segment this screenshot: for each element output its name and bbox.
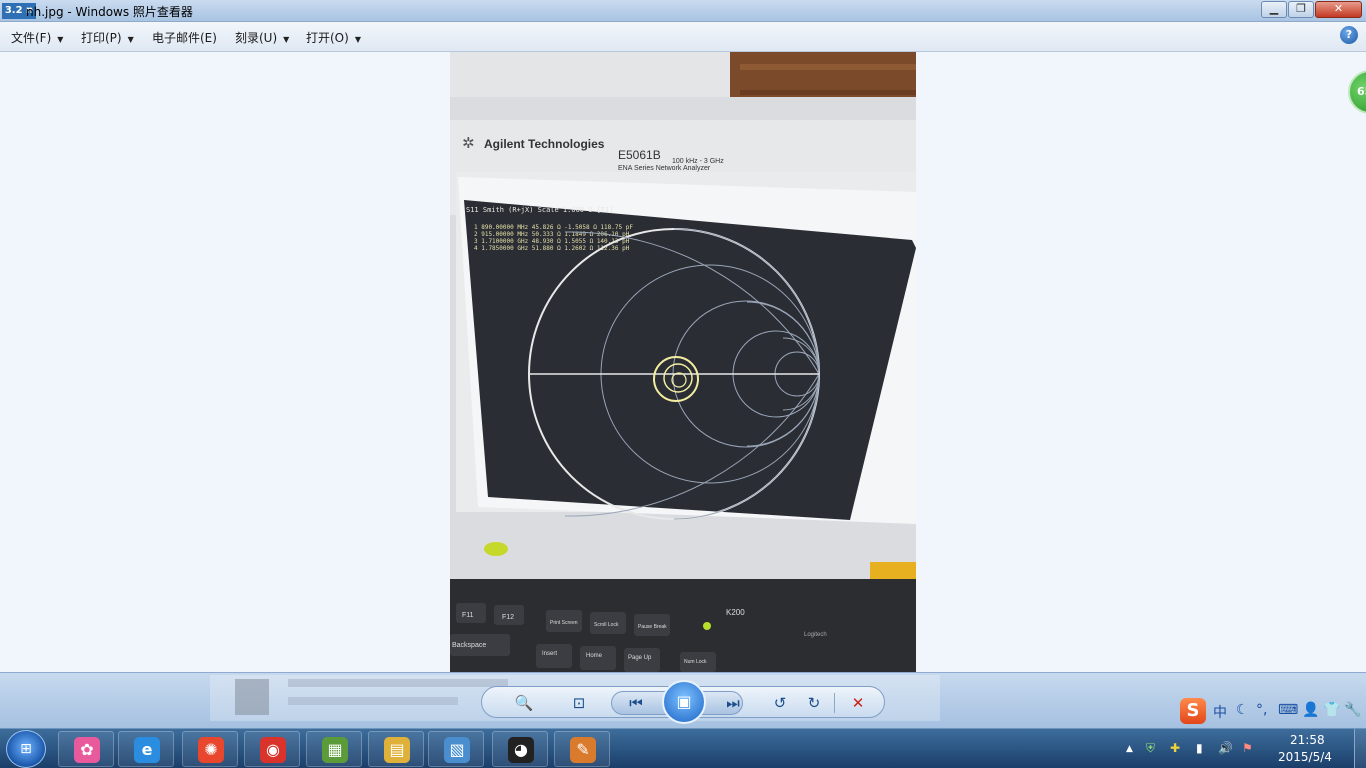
- side-badge[interactable]: 65: [1348, 70, 1366, 114]
- key-scroll: Scroll Lock: [594, 622, 619, 628]
- key-f12: F12: [502, 614, 514, 621]
- minimize-button[interactable]: ▁: [1261, 1, 1287, 18]
- taskbar-button[interactable]: ✎: [554, 731, 610, 767]
- help-icon[interactable]: ?: [1340, 26, 1358, 44]
- chrome-icon: ◉: [260, 737, 286, 763]
- actual-size-icon[interactable]: ⊡: [566, 690, 592, 716]
- photo-viewer-icon: ▧: [444, 737, 470, 763]
- windows-live-icon: ✿: [74, 737, 100, 763]
- chevron-down-icon: ▼: [127, 35, 134, 44]
- chevron-down-icon: ▼: [354, 35, 361, 44]
- keyboard-model: K200: [726, 608, 745, 617]
- show-desktop-button[interactable]: [1354, 729, 1366, 768]
- title-bar: 3.2 n nh.jpg - Windows 照片查看器 ▁ ❐ ✕: [0, 0, 1366, 22]
- next-icon[interactable]: ⏭: [719, 690, 747, 716]
- marker-1: 1 890.00000 MHz 45.826 Ω -1.5058 Ω 118.7…: [474, 224, 633, 231]
- key-f11: F11: [462, 612, 474, 619]
- rotate-right-icon[interactable]: ↻: [802, 690, 826, 716]
- menu-file[interactable]: 文件(F) ▼: [11, 29, 63, 46]
- window-title: nh.jpg - Windows 照片查看器: [26, 5, 193, 19]
- menu-print-label: 打印(P): [81, 31, 122, 45]
- photo-editor-icon: ▦: [322, 737, 348, 763]
- signal-icon[interactable]: ▮: [1196, 741, 1203, 755]
- previous-icon[interactable]: ⏮: [622, 690, 650, 716]
- key-home: Home: [586, 653, 603, 659]
- ghost-text-line: [288, 697, 458, 705]
- screen-header: S11 Smith (R+jX) Scale 1.000 U [F1]: [466, 206, 614, 214]
- model-label: E5061B: [618, 148, 661, 162]
- menu-open-label: 打开(O): [306, 31, 349, 45]
- menu-bar: 文件(F) ▼ 打印(P) ▼ 电子邮件(E) 刻录(U) ▼ 打开(O) ▼ ?: [0, 22, 1366, 52]
- clock-time[interactable]: 21:58: [1290, 733, 1325, 747]
- close-button[interactable]: ✕: [1315, 1, 1362, 18]
- ghost-text-line: [288, 679, 508, 687]
- menu-open[interactable]: 打开(O) ▼: [306, 29, 361, 46]
- key-print: Print Screen: [550, 620, 578, 626]
- pinwheel-icon: ✺: [198, 737, 224, 763]
- taskbar-button[interactable]: ✺: [182, 731, 238, 767]
- ime-punctuation-icon[interactable]: °,: [1256, 702, 1267, 718]
- taskbar-button[interactable]: ▤: [368, 731, 424, 767]
- taskbar-button[interactable]: ◕: [492, 731, 548, 767]
- menu-burn-label: 刻录(U): [235, 31, 278, 45]
- system-tray: ▲ ⛨ ✚ ▮ 🔊 ⚑ 21:58 2015/5/4: [1120, 729, 1366, 768]
- ime-toolbar: S 中 ☾ °, ⌨ 👤 👕 🔧: [1180, 696, 1366, 726]
- series-label: ENA Series Network Analyzer: [618, 165, 711, 172]
- playback-controls: 🔍 ⊡ ⏮ ▣ ⏭ ↺ ↻ ✕: [481, 680, 885, 724]
- security-shield-icon[interactable]: ⛨: [1146, 741, 1155, 756]
- asterisk-logo-icon: ✲: [462, 134, 475, 152]
- taskbar-button[interactable]: ▦: [306, 731, 362, 767]
- start-button[interactable]: ⊞: [6, 730, 46, 768]
- photo-image: ✲ Agilent Technologies E5061B 100 kHz - …: [450, 52, 916, 672]
- key-pageup: Page Up: [628, 655, 652, 661]
- key-numlock: Num Lock: [684, 659, 707, 665]
- ghost-thumbnail: [235, 679, 269, 715]
- chevron-down-icon: ▼: [283, 35, 290, 44]
- maximize-button[interactable]: ❐: [1288, 1, 1314, 18]
- key-insert: Insert: [542, 651, 557, 657]
- qq-icon: ◕: [508, 737, 534, 763]
- ime-tools-icon[interactable]: 🔧: [1344, 702, 1361, 718]
- freq-label: 100 kHz - 3 GHz: [672, 158, 724, 165]
- taskbar-button[interactable]: ▧: [428, 731, 484, 767]
- key-backspace: Backspace: [452, 642, 486, 649]
- keyboard-brand: Logitech: [804, 632, 827, 638]
- rotate-left-icon[interactable]: ↺: [768, 690, 792, 716]
- tray-expand-icon[interactable]: ▲: [1126, 744, 1133, 754]
- ime-skin-icon[interactable]: 👕: [1323, 702, 1340, 718]
- taskbar-button[interactable]: ◉: [244, 731, 300, 767]
- menu-email-label: 电子邮件(E): [152, 31, 217, 45]
- key-pause: Pause Break: [638, 624, 667, 630]
- delete-icon[interactable]: ✕: [846, 690, 870, 716]
- viewer-control-bar: 🔍 ⊡ ⏮ ▣ ⏭ ↺ ↻ ✕: [0, 672, 1366, 728]
- sogou-ime-icon[interactable]: S: [1180, 698, 1206, 724]
- taskbar-button[interactable]: ✿: [58, 731, 114, 767]
- brand-label: Agilent Technologies: [484, 137, 605, 151]
- ime-width-icon[interactable]: ☾: [1236, 702, 1249, 718]
- ime-user-icon[interactable]: 👤: [1302, 702, 1319, 718]
- ime-keyboard-icon[interactable]: ⌨: [1278, 702, 1298, 718]
- network-flag-icon[interactable]: ⚑: [1242, 741, 1253, 755]
- slideshow-icon[interactable]: ▣: [662, 680, 706, 724]
- paint-icon: ✎: [570, 737, 596, 763]
- photo: ✲ Agilent Technologies E5061B 100 kHz - …: [450, 52, 916, 672]
- menu-burn[interactable]: 刻录(U) ▼: [235, 29, 289, 46]
- menu-email[interactable]: 电子邮件(E): [152, 29, 217, 46]
- update-plus-icon[interactable]: ✚: [1170, 741, 1180, 755]
- clock-date[interactable]: 2015/5/4: [1278, 750, 1332, 764]
- file-explorer-icon: ▤: [384, 737, 410, 763]
- marker-3: 3 1.7100000 GHz 48.930 Ω 1.5055 Ω 140.13…: [474, 238, 630, 245]
- chevron-down-icon: ▼: [57, 35, 64, 44]
- taskbar: ⊞ ✿ e ✺ ◉ ▦ ▤ ▧ ◕ ✎ ▲ ⛨ ✚ ▮ 🔊 ⚑ 21:58 2015/5/4: [0, 728, 1366, 768]
- taskbar-button[interactable]: e: [118, 731, 174, 767]
- internet-explorer-icon: e: [134, 737, 160, 763]
- divider: [834, 693, 835, 713]
- ime-language-icon[interactable]: 中: [1213, 702, 1227, 722]
- volume-icon[interactable]: 🔊: [1218, 741, 1233, 755]
- image-viewer: ✲ Agilent Technologies E5061B 100 kHz - …: [0, 52, 1366, 672]
- zoom-icon[interactable]: 🔍: [506, 690, 542, 716]
- menu-file-label: 文件(F): [11, 31, 52, 45]
- menu-print[interactable]: 打印(P) ▼: [81, 29, 134, 46]
